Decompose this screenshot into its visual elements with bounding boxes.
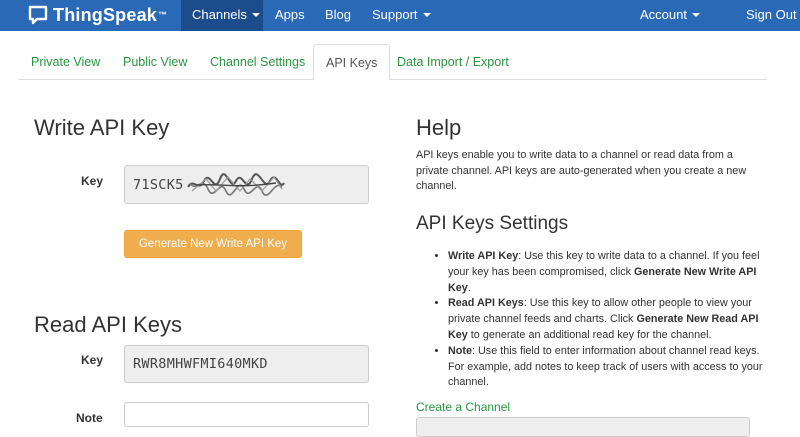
tab-private-view[interactable]: Private View [19,44,112,79]
tab-public-view-label: Public View [123,55,188,69]
read-api-keys-heading: Read API Keys [34,312,182,337]
generate-write-key-button[interactable]: Generate New Write API Key [124,230,302,258]
read-key-label: Key [81,353,104,367]
tab-public-view[interactable]: Public View [111,44,199,79]
help-item-text-after: . [467,281,471,294]
read-api-key-value: RWR8MHWFMI640MKD [133,356,268,372]
help-item-text-after: to generate an additional read key for t… [467,328,712,341]
read-api-key-field[interactable]: RWR8MHWFMI640MKD [124,345,369,383]
help-list: Write API Key: Use this key to write dat… [432,249,770,391]
list-item: Note: Use this field to enter informatio… [448,344,770,391]
tab-channel-settings-label: Channel Settings [210,55,306,69]
nav-blog-label: Blog [325,7,352,22]
tab-data-import-export-label: Data Import / Export [397,55,509,69]
help-item-text: : Use this field to enter information ab… [448,344,763,389]
nav-support-label: Support [372,7,418,22]
list-item: Write API Key: Use this key to write dat… [448,249,770,296]
write-api-key-field[interactable]: 71SCK5 [124,165,369,204]
nav-sign-out[interactable]: Sign Out [735,0,800,31]
help-item-label: Read API Keys [448,297,524,310]
write-key-label: Key [81,174,104,188]
brand-trademark: ™ [158,10,168,20]
bottom-panel [416,417,750,437]
nav-sign-out-label: Sign Out [746,7,797,22]
nav-channels-label: Channels [192,7,247,22]
create-channel-link[interactable]: Create a Channel [416,400,510,414]
tab-private-view-label: Private View [31,55,101,69]
channel-tabs: Private View Public View Channel Setting… [19,44,767,80]
api-keys-settings-heading: API Keys Settings [416,213,569,234]
nav-account-label: Account [640,7,687,22]
tab-api-keys-label: API Keys [326,56,378,70]
write-api-key-heading: Write API Key [34,115,170,140]
tab-channel-settings[interactable]: Channel Settings [198,44,317,79]
nav-apps[interactable]: Apps [264,0,316,31]
write-api-key-value: 71SCK5 [133,176,184,193]
speech-bubble-icon [28,5,48,25]
nav-channels[interactable]: Channels [181,0,263,31]
note-field[interactable] [124,402,369,427]
top-navbar: ThingSpeak ™ Channels Apps Blog Support A… [0,0,800,31]
nav-apps-label: Apps [275,7,305,22]
chevron-down-icon [691,13,700,17]
nav-blog[interactable]: Blog [314,0,362,31]
chevron-down-icon [251,13,260,17]
redaction-scribble [186,172,285,196]
help-heading: Help [416,115,462,140]
chevron-down-icon [422,13,431,17]
help-item-label: Note [448,344,472,357]
nav-account[interactable]: Account [629,0,711,31]
nav-support[interactable]: Support [361,0,442,31]
help-item-label: Write API Key [448,250,519,262]
list-item: Read API Keys: Use this key to allow oth… [448,296,770,343]
tab-api-keys[interactable]: API Keys [313,44,391,80]
brand-name: ThingSpeak [53,4,158,25]
tab-data-import-export[interactable]: Data Import / Export [385,44,521,79]
help-intro: API keys enable you to write data to a c… [416,149,747,192]
brand-logo[interactable]: ThingSpeak ™ [28,3,167,27]
note-label: Note [76,411,103,425]
